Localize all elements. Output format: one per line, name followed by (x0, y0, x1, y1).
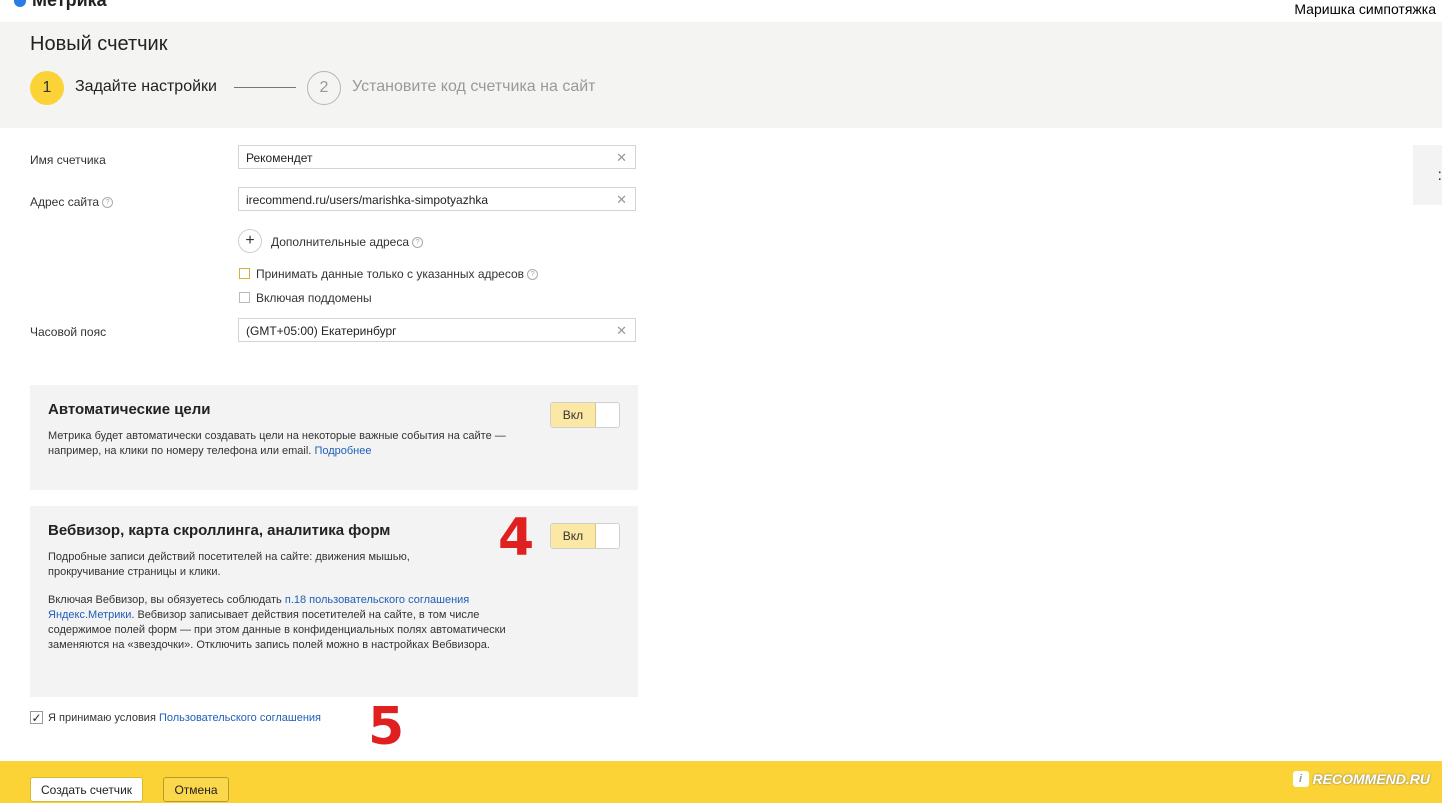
only-listed-checkbox[interactable] (239, 268, 250, 279)
toggle-knob (596, 403, 619, 427)
page-header: Новый счетчик 1 Задайте настройки 2 Уста… (0, 22, 1442, 128)
user-name[interactable]: Маришка симпотяжка (1294, 1, 1436, 17)
auto-goals-more-link[interactable]: Подробнее (314, 445, 371, 457)
only-listed-label: Принимать данные только с указанных адре… (256, 267, 525, 281)
side-tab-glyph: : (1437, 167, 1442, 184)
add-address-button[interactable]: + (238, 229, 262, 253)
auto-goals-card: Автоматические цели Метрика будет автома… (30, 385, 638, 490)
step-2-label: Установите код счетчика на сайт (352, 78, 596, 95)
webvisor-terms-prefix: Включая Вебвизор, вы обязуетесь соблюдат… (48, 594, 282, 606)
auto-goals-toggle-label: Вкл (551, 403, 596, 427)
webvisor-toggle[interactable]: Вкл (550, 523, 620, 549)
timezone-value: (GMT+05:00) Екатеринбург (246, 324, 397, 338)
footer-bar: Создать счетчик Отмена i RECOMMEND.RU (0, 761, 1442, 803)
webvisor-terms-wrap: Включая Вебвизор, вы обязуетесь соблюдат… (48, 593, 518, 653)
watermark: i RECOMMEND.RU (1292, 771, 1430, 787)
site-address-label-wrap: Адрес сайта? (30, 195, 114, 209)
webvisor-text: Подробные записи действий посетителей на… (48, 551, 410, 578)
step-1-label: Задайте настройки (75, 78, 217, 95)
side-tab[interactable]: : (1413, 145, 1442, 205)
counter-name-value: Рекомендет (246, 151, 313, 165)
clear-icon[interactable]: ✕ (616, 192, 627, 208)
site-address-input[interactable]: irecommend.ru/users/marishka-simpotyazhk… (238, 187, 636, 211)
timezone-input[interactable]: (GMT+05:00) Екатеринбург ✕ (238, 318, 636, 342)
logo[interactable]: Метрика (14, 0, 107, 11)
auto-goals-text-wrap: Метрика будет автоматически создавать це… (48, 429, 508, 459)
subdomains-checkbox[interactable] (239, 292, 250, 303)
only-listed-label-wrap[interactable]: Принимать данные только с указанных адре… (256, 267, 539, 281)
counter-name-input[interactable]: Рекомендет ✕ (238, 145, 636, 169)
annotation-5: 5 (368, 697, 405, 757)
counter-name-label: Имя счетчика (30, 153, 106, 167)
help-icon[interactable]: ? (527, 269, 539, 281)
webvisor-title: Вебвизор, карта скроллинга, аналитика фо… (48, 522, 391, 539)
clear-icon[interactable]: ✕ (616, 150, 627, 166)
agreement-link[interactable]: Пользовательского соглашения (159, 712, 321, 724)
site-address-value: irecommend.ru/users/marishka-simpotyazhk… (246, 193, 489, 207)
auto-goals-toggle[interactable]: Вкл (550, 402, 620, 428)
agreement-prefix: Я принимаю условия (48, 712, 156, 724)
auto-goals-title: Автоматические цели (48, 401, 211, 418)
top-bar: Метрика Маришка симпотяжка (0, 0, 1442, 22)
subdomains-label[interactable]: Включая поддомены (256, 291, 372, 305)
plus-icon: + (245, 232, 255, 249)
site-address-label: Адрес сайта (30, 195, 100, 209)
check-icon: ✓ (31, 710, 42, 725)
add-address-label: Дополнительные адреса (271, 235, 410, 249)
annotation-4: 4 (498, 508, 535, 568)
logo-icon (14, 0, 26, 7)
add-address-label-wrap[interactable]: Дополнительные адреса? (271, 235, 424, 249)
timezone-label: Часовой пояс (30, 325, 107, 339)
step-divider (234, 87, 296, 88)
help-icon[interactable]: ? (102, 197, 114, 209)
toggle-knob (596, 524, 619, 548)
create-counter-button[interactable]: Создать счетчик (30, 777, 143, 802)
watermark-text: RECOMMEND.RU (1312, 771, 1430, 787)
logo-text: Метрика (32, 0, 107, 10)
step-2-number: 2 (307, 71, 341, 105)
page-title: Новый счетчик (30, 33, 168, 55)
webvisor-toggle-label: Вкл (551, 524, 596, 548)
auto-goals-text: Метрика будет автоматически создавать це… (48, 430, 506, 457)
agreement-checkbox[interactable]: ✓ (30, 710, 43, 725)
cancel-button[interactable]: Отмена (163, 777, 229, 802)
step-1-number: 1 (30, 71, 64, 105)
help-icon[interactable]: ? (412, 237, 424, 249)
webvisor-card: Вебвизор, карта скроллинга, аналитика фо… (30, 506, 638, 697)
clear-icon[interactable]: ✕ (616, 323, 627, 339)
agreement-label-wrap: Я принимаю условия Пользовательского сог… (48, 712, 321, 724)
watermark-icon: i (1292, 771, 1309, 787)
